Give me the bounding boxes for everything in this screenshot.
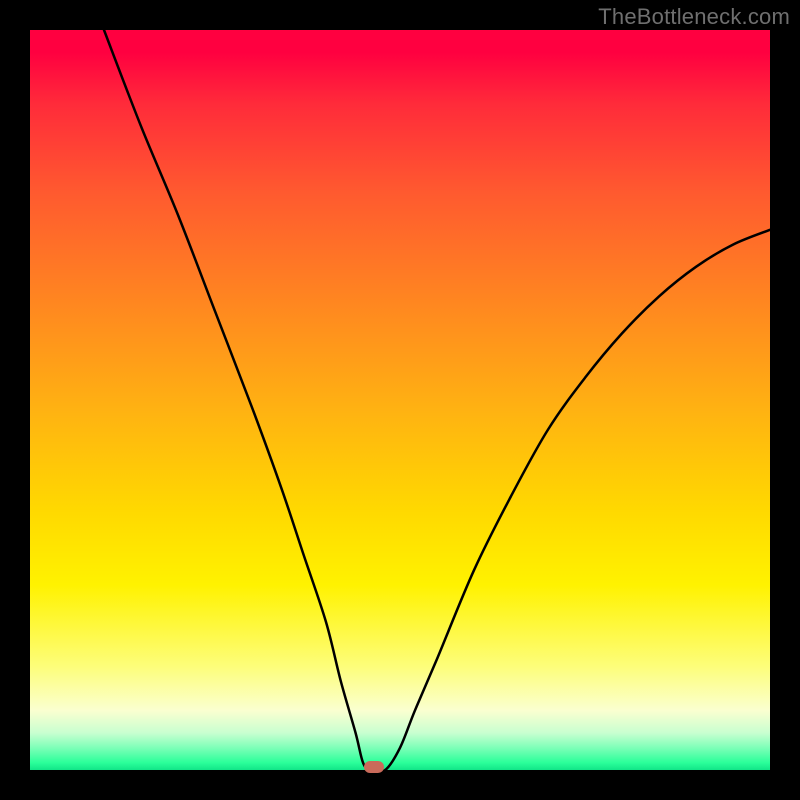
bottleneck-curve bbox=[30, 30, 770, 770]
plot-area bbox=[30, 30, 770, 770]
optimum-marker bbox=[364, 761, 384, 773]
chart-frame: TheBottleneck.com bbox=[0, 0, 800, 800]
watermark-text: TheBottleneck.com bbox=[598, 4, 790, 30]
